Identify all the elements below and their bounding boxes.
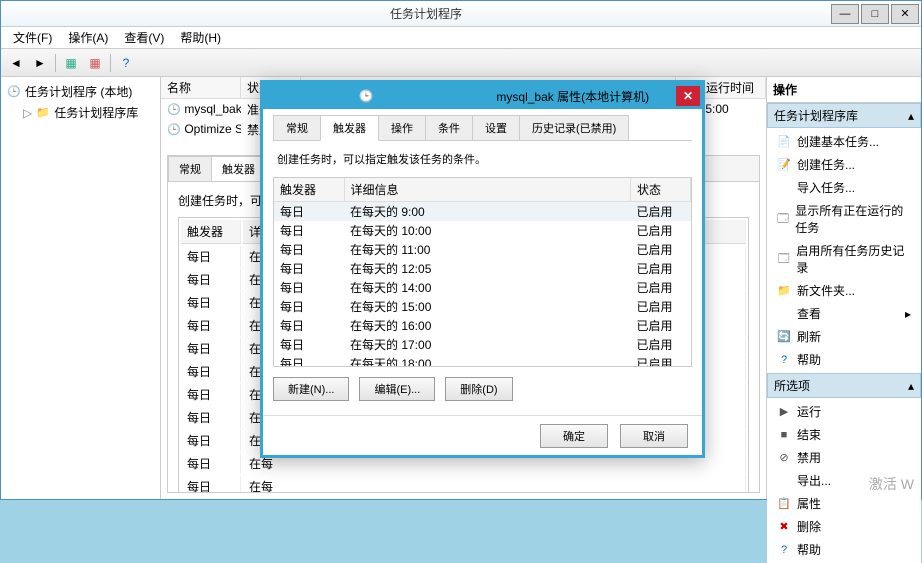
action-item[interactable]: ✖删除 bbox=[767, 515, 921, 538]
clock-icon: 🕒 bbox=[7, 85, 21, 99]
help-icon[interactable]: ? bbox=[115, 52, 137, 74]
close-button[interactable]: ✕ bbox=[891, 4, 919, 24]
dialog-title-bar: 🕒 mysql_bak 属性(本地计算机) ✕ bbox=[263, 83, 702, 109]
dialog-tab[interactable]: 触发器 bbox=[320, 115, 379, 141]
action-icon: ? bbox=[777, 543, 791, 557]
trigger-row[interactable]: 每日在每天的 14:00已启用 bbox=[274, 278, 691, 297]
action-item[interactable]: ■结束 bbox=[767, 423, 921, 446]
dialog-tab[interactable]: 操作 bbox=[378, 115, 426, 140]
forward-icon[interactable]: ► bbox=[29, 52, 51, 74]
back-icon[interactable]: ◄ bbox=[5, 52, 27, 74]
action-item[interactable]: ▶运行 bbox=[767, 400, 921, 423]
col-status[interactable]: 状态 bbox=[631, 178, 691, 202]
detail-tab[interactable]: 触发器 bbox=[211, 156, 266, 181]
action-icon: 🔄 bbox=[777, 330, 791, 344]
action-icon: ✖ bbox=[777, 520, 791, 534]
action-item[interactable]: 查看▸ bbox=[767, 302, 921, 325]
trigger-row[interactable]: 每日在每天的 9:00已启用 bbox=[274, 202, 691, 222]
dialog-icon: 🕒 bbox=[263, 89, 470, 103]
action-item[interactable]: 导入任务... bbox=[767, 176, 921, 199]
menu-action[interactable]: 操作(A) bbox=[60, 27, 116, 48]
action-icon: 📝 bbox=[777, 158, 791, 172]
action-icon: ▶ bbox=[777, 405, 791, 419]
trigger-row[interactable]: 每日在每天的 16:00已启用 bbox=[274, 316, 691, 335]
delete-trigger-button[interactable]: 删除(D) bbox=[445, 377, 512, 401]
action-icon: 📁 bbox=[777, 284, 791, 298]
actions-section-library[interactable]: 任务计划程序库▴ bbox=[767, 103, 921, 128]
watermark: 激活 W bbox=[869, 474, 914, 494]
tree-root-label: 任务计划程序 (本地) bbox=[25, 83, 132, 100]
collapse-icon: ▴ bbox=[908, 379, 914, 393]
trigger-row[interactable]: 每日在每天的 11:00已启用 bbox=[274, 240, 691, 259]
dialog-tab[interactable]: 条件 bbox=[425, 115, 473, 140]
dialog-close-button[interactable]: ✕ bbox=[676, 86, 700, 106]
toolbar-icon-1[interactable]: ▦ bbox=[60, 52, 82, 74]
toolbar-icon-2[interactable]: ▦ bbox=[84, 52, 106, 74]
minimize-button[interactable]: — bbox=[831, 4, 859, 24]
action-icon: 🗔 bbox=[777, 212, 789, 226]
tree-root[interactable]: 🕒 任务计划程序 (本地) bbox=[5, 81, 156, 102]
title-bar: 任务计划程序 — □ ✕ bbox=[1, 1, 921, 27]
action-icon bbox=[777, 181, 791, 195]
col-name[interactable]: 名称 bbox=[161, 77, 241, 98]
action-item[interactable]: ⊘禁用 bbox=[767, 446, 921, 469]
trigger-row[interactable]: 每日在每天的 15:00已启用 bbox=[274, 297, 691, 316]
actions-pane: 操作 任务计划程序库▴ 📄创建基本任务...📝创建任务... 导入任务...🗔显… bbox=[766, 77, 921, 499]
tool-bar: ◄ ► ▦ ▦ ? bbox=[1, 49, 921, 77]
action-item[interactable]: ?帮助 bbox=[767, 538, 921, 561]
properties-dialog: 🕒 mysql_bak 属性(本地计算机) ✕ 常规触发器操作条件设置历史记录(… bbox=[260, 80, 705, 458]
dialog-title: mysql_bak 属性(本地计算机) bbox=[470, 88, 677, 105]
action-item[interactable]: ?帮助 bbox=[767, 348, 921, 371]
action-item[interactable]: 📁新文件夹... bbox=[767, 279, 921, 302]
detail-tab[interactable]: 常规 bbox=[168, 156, 212, 181]
action-item[interactable]: 📋属性 bbox=[767, 492, 921, 515]
action-item[interactable]: 🗔显示所有正在运行的任务 bbox=[767, 199, 921, 239]
dialog-tab[interactable]: 常规 bbox=[273, 115, 321, 140]
action-icon: ⊘ bbox=[777, 451, 791, 465]
dialog-tab[interactable]: 设置 bbox=[472, 115, 520, 140]
window-title: 任务计划程序 bbox=[21, 5, 831, 22]
trigger-row[interactable]: 每日在每天的 12:05已启用 bbox=[274, 259, 691, 278]
new-trigger-button[interactable]: 新建(N)... bbox=[273, 377, 349, 401]
folder-icon: 📁 bbox=[36, 106, 50, 120]
collapse-icon: ▴ bbox=[908, 109, 914, 123]
tree-pane: 🕒 任务计划程序 (本地) ▷ 📁 任务计划程序库 bbox=[1, 77, 161, 499]
action-icon bbox=[777, 307, 791, 321]
actions-title: 操作 bbox=[767, 77, 921, 103]
action-item[interactable]: 📄创建基本任务... bbox=[767, 130, 921, 153]
action-item[interactable]: 📝创建任务... bbox=[767, 153, 921, 176]
col-detail[interactable]: 详细信息 bbox=[344, 178, 631, 202]
menu-view[interactable]: 查看(V) bbox=[116, 27, 172, 48]
action-icon: ■ bbox=[777, 428, 791, 442]
menu-help[interactable]: 帮助(H) bbox=[172, 27, 229, 48]
action-item[interactable]: 🔄刷新 bbox=[767, 325, 921, 348]
dialog-tabs: 常规触发器操作条件设置历史记录(已禁用) bbox=[273, 115, 692, 141]
trigger-table: 触发器 详细信息 状态 每日在每天的 9:00已启用每日在每天的 10:00已启… bbox=[274, 178, 691, 367]
trigger-row[interactable]: 每日在每天的 10:00已启用 bbox=[274, 221, 691, 240]
tree-child-label: 任务计划程序库 bbox=[54, 104, 138, 121]
action-icon: 📋 bbox=[777, 497, 791, 511]
action-item[interactable]: 🗔启用所有任务历史记录 bbox=[767, 239, 921, 279]
trigger-row[interactable]: 每日在每天的 18:00已启用 bbox=[274, 354, 691, 367]
action-icon: ? bbox=[777, 353, 791, 367]
ok-button[interactable]: 确定 bbox=[540, 424, 608, 448]
dt-col-trigger[interactable]: 触发器 bbox=[181, 220, 241, 244]
actions-section-selected[interactable]: 所选项▴ bbox=[767, 373, 921, 398]
maximize-button[interactable]: □ bbox=[861, 4, 889, 24]
dialog-tab[interactable]: 历史记录(已禁用) bbox=[519, 115, 629, 140]
col-trigger[interactable]: 触发器 bbox=[274, 178, 344, 202]
cancel-button[interactable]: 取消 bbox=[620, 424, 688, 448]
dialog-desc: 创建任务时，可以指定触发该任务的条件。 bbox=[273, 141, 692, 177]
menu-bar: 文件(F) 操作(A) 查看(V) 帮助(H) bbox=[1, 27, 921, 49]
action-icon bbox=[777, 474, 791, 488]
action-icon: 📄 bbox=[777, 135, 791, 149]
trigger-row[interactable]: 每日在每天的 17:00已启用 bbox=[274, 335, 691, 354]
menu-file[interactable]: 文件(F) bbox=[5, 27, 60, 48]
tree-child[interactable]: ▷ 📁 任务计划程序库 bbox=[5, 102, 156, 123]
action-icon: 🗔 bbox=[777, 252, 790, 266]
edit-trigger-button[interactable]: 编辑(E)... bbox=[359, 377, 435, 401]
table-row[interactable]: 每日在每 bbox=[181, 476, 746, 493]
